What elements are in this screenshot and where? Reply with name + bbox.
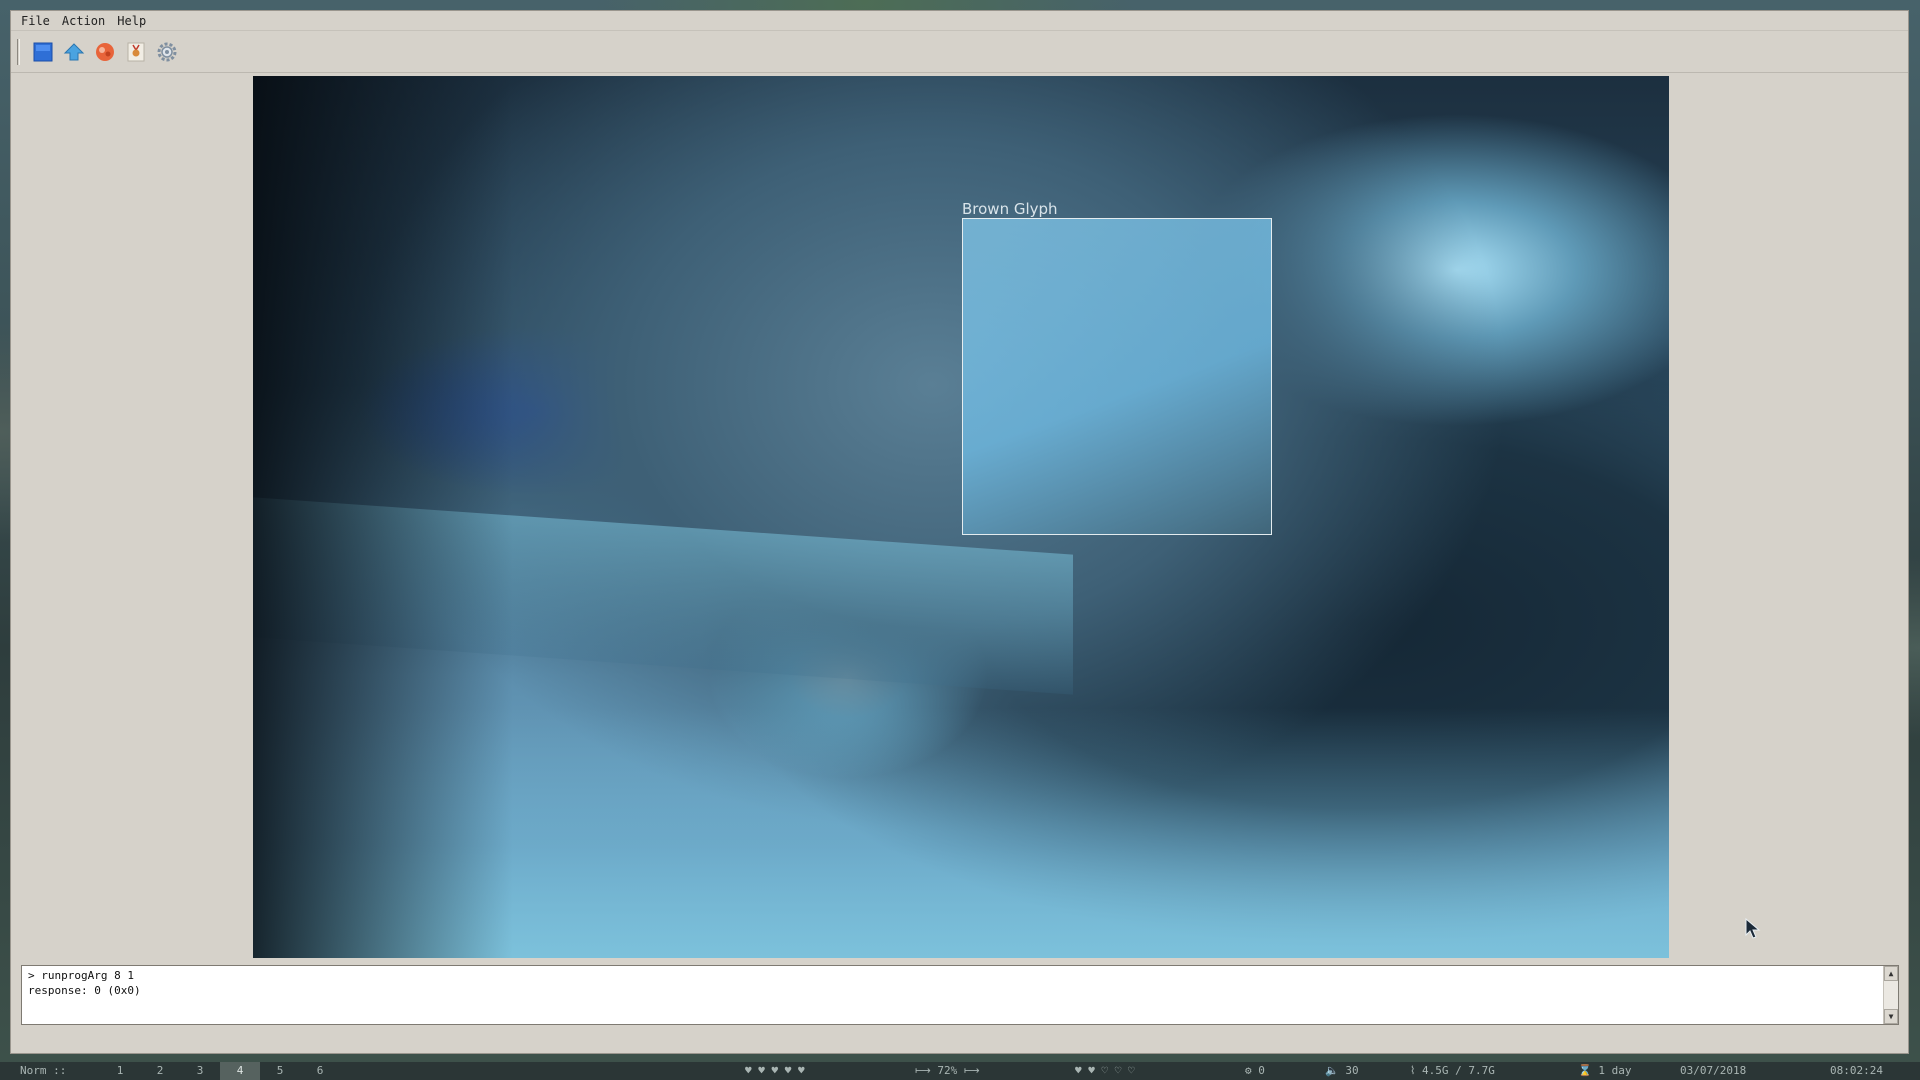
mouse-pointer-icon: [1745, 918, 1761, 939]
console-line: response: 0 (0x0): [28, 984, 141, 997]
volume-indicator: 🔈 30: [1325, 1064, 1359, 1077]
console-output: > runprogArg 8 1 response: 0 (0x0): [28, 968, 141, 998]
home-button[interactable]: [61, 39, 87, 65]
scroll-down-arrow-icon[interactable]: ▼: [1884, 1009, 1898, 1024]
settings-button[interactable]: [154, 39, 180, 65]
notification-indicator: ⚙ 0: [1245, 1064, 1265, 1077]
workspace-6[interactable]: 6: [300, 1062, 340, 1080]
console-scrollbar[interactable]: ▲ ▼: [1883, 966, 1898, 1024]
workspace-2[interactable]: 2: [140, 1062, 180, 1080]
app-window: File Action Help Brown Glyph > runprogAr…: [10, 10, 1909, 1054]
brightness-indicator: ⟼ 72% ⟼: [915, 1064, 980, 1077]
home-arrow-icon: [63, 42, 85, 60]
detection-label: Brown Glyph: [962, 200, 1058, 218]
workspace-switcher: 123456: [100, 1062, 340, 1080]
menu-file[interactable]: File: [15, 14, 56, 28]
notification-count: 0: [1258, 1064, 1265, 1077]
toolbar: [11, 31, 1908, 73]
detection-box: [962, 218, 1272, 535]
blue-square-icon: [33, 42, 53, 61]
memory-value: 4.5G / 7.7G: [1422, 1064, 1495, 1077]
system-status-bar: Norm :: 123456 ♥ ♥ ♥ ♥ ♥ ⟼ 72% ⟼ ♥ ♥ ♡ ♡…: [0, 1062, 1920, 1080]
workspace-3[interactable]: 3: [180, 1062, 220, 1080]
date-indicator: 03/07/2018: [1680, 1064, 1747, 1077]
menu-help[interactable]: Help: [111, 14, 152, 28]
camera-view-button[interactable]: [30, 39, 56, 65]
wm-mode: Norm ::: [20, 1064, 67, 1077]
workspace-4[interactable]: 4: [220, 1062, 260, 1080]
badge-button[interactable]: [123, 39, 149, 65]
menu-bar: File Action Help: [11, 11, 1908, 31]
video-scene-shadow: [253, 76, 513, 958]
hearts-right-indicator: ♥ ♥ ♡ ♡ ♡: [1075, 1064, 1135, 1077]
menu-action[interactable]: Action: [56, 14, 111, 28]
camera-video-feed[interactable]: Brown Glyph: [253, 76, 1669, 958]
record-blob-icon: [96, 42, 114, 61]
clock-indicator: 08:02:24: [1830, 1064, 1883, 1077]
brightness-value: 72%: [937, 1064, 958, 1077]
toolbar-grip[interactable]: [17, 38, 20, 65]
volume-value: 30: [1345, 1064, 1359, 1077]
scroll-up-arrow-icon[interactable]: ▲: [1884, 966, 1898, 981]
uptime-indicator: ⌛ 1 day: [1578, 1064, 1632, 1077]
workspace-1[interactable]: 1: [100, 1062, 140, 1080]
medal-icon: [127, 42, 145, 61]
gear-icon: [157, 42, 177, 61]
console-line: > runprogArg 8 1: [28, 969, 134, 982]
hearts-left-indicator: ♥ ♥ ♥ ♥ ♥: [745, 1064, 805, 1077]
memory-indicator: ⌇ 4.5G / 7.7G: [1410, 1064, 1495, 1077]
workspace-5[interactable]: 5: [260, 1062, 300, 1080]
uptime-value: 1 day: [1598, 1064, 1632, 1077]
record-button[interactable]: [92, 39, 118, 65]
command-console[interactable]: > runprogArg 8 1 response: 0 (0x0) ▲ ▼: [21, 965, 1899, 1025]
